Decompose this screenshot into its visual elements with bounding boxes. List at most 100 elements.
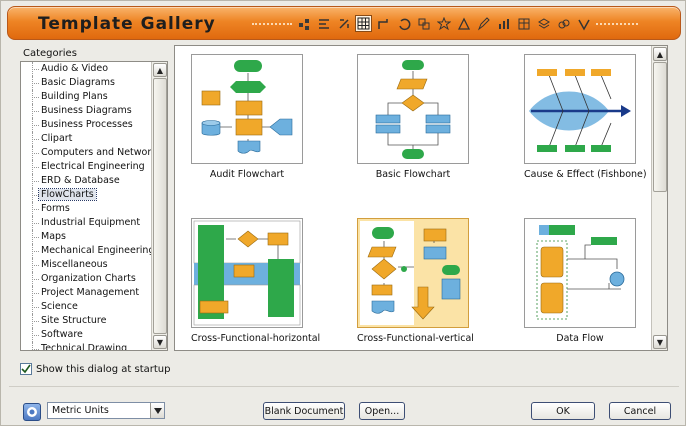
category-item[interactable]: Science <box>21 300 153 314</box>
template-name: Cross-Functional-vertical <box>357 333 474 344</box>
category-item[interactable]: Project Management <box>21 286 153 300</box>
category-item[interactable]: Industrial Equipment <box>21 216 153 230</box>
category-item[interactable]: Computers and Network <box>21 146 157 160</box>
category-item[interactable]: Organization Charts <box>21 272 153 286</box>
category-item[interactable]: Basic Diagrams <box>21 76 153 90</box>
template-thumbnail <box>524 218 636 328</box>
category-item[interactable]: Business Diagrams <box>21 104 153 118</box>
category-label: Industrial Equipment <box>41 217 141 228</box>
category-item[interactable]: Building Plans <box>21 90 153 104</box>
startup-option[interactable]: Show this dialog at startup <box>20 363 170 375</box>
category-item[interactable]: Maps <box>21 230 153 244</box>
category-label: Software <box>41 329 83 340</box>
template-name: Cross-Functional-horizontal <box>191 333 321 344</box>
category-label: Audio & Video <box>41 63 109 74</box>
template-name: Cause & Effect (Fishbone) <box>524 169 647 180</box>
template-name: Audit Flowchart <box>209 169 285 180</box>
category-item[interactable]: ERD & Database <box>21 174 153 188</box>
categories-scrollbar[interactable]: ▲ ▼ <box>151 62 167 350</box>
category-label: Mechanical Engineering <box>41 245 155 256</box>
category-label: Computers and Network <box>41 147 157 158</box>
category-label: Science <box>41 301 78 312</box>
category-label: Electrical Engineering <box>41 161 145 172</box>
chevron-down-icon <box>153 407 162 414</box>
rotate-icon[interactable] <box>395 15 412 32</box>
category-item[interactable]: Audio & Video <box>21 62 153 76</box>
template-card[interactable]: Cause & Effect (Fishbone) <box>524 54 647 180</box>
categories-label: Categories <box>23 48 77 59</box>
scale-icon[interactable] <box>335 15 352 32</box>
categories-list[interactable]: Audio & Video Basic Diagrams Building Plan… <box>20 61 168 351</box>
category-label: Maps <box>41 231 66 242</box>
category-item[interactable]: Business Processes <box>21 118 153 132</box>
scroll-thumb[interactable] <box>153 78 167 334</box>
star-icon[interactable] <box>435 15 452 32</box>
category-label: Organization Charts <box>41 273 136 284</box>
title-decoration-right <box>596 23 638 25</box>
title-bar[interactable]: Template Gallery <box>7 6 681 40</box>
align-icon[interactable] <box>315 15 332 32</box>
template-thumbnail <box>524 54 636 164</box>
title-decoration-left <box>252 23 292 25</box>
template-card[interactable]: Data Flow <box>524 218 636 344</box>
template-thumbnail <box>191 54 303 164</box>
template-thumbnail <box>191 218 303 328</box>
scroll-thumb[interactable] <box>653 62 667 192</box>
text-icon[interactable] <box>575 15 592 32</box>
ok-button[interactable]: OK <box>531 402 595 420</box>
category-label: Site Structure <box>41 315 107 326</box>
pen-icon[interactable] <box>475 15 492 32</box>
category-label: Basic Diagrams <box>41 77 115 88</box>
category-item[interactable]: Clipart <box>21 132 153 146</box>
template-name: Data Flow <box>556 333 604 344</box>
help-button[interactable] <box>23 403 41 421</box>
scroll-up-button[interactable]: ▲ <box>153 63 167 77</box>
category-label: Project Management <box>41 287 140 298</box>
startup-checkbox[interactable] <box>20 363 32 375</box>
category-item[interactable]: Site Structure <box>21 314 153 328</box>
pointer-icon[interactable] <box>295 15 312 32</box>
template-card[interactable]: Cross-Functional-horizontal <box>191 218 321 344</box>
category-label: Business Processes <box>41 119 133 130</box>
cancel-button[interactable]: Cancel <box>609 402 671 420</box>
connector-icon[interactable] <box>375 15 392 32</box>
category-item[interactable]: Electrical Engineering <box>21 160 153 174</box>
grid-icon[interactable] <box>355 15 372 32</box>
template-card[interactable]: Audit Flowchart <box>191 54 303 180</box>
category-item[interactable]: Mechanical Engineering <box>21 244 155 258</box>
category-item[interactable]: FlowCharts <box>21 188 153 202</box>
category-label: Building Plans <box>41 91 108 102</box>
category-item[interactable]: Software <box>21 328 153 342</box>
shape-icon[interactable] <box>455 15 472 32</box>
blank-document-button[interactable]: Blank Document <box>263 402 345 420</box>
category-item[interactable]: Forms <box>21 202 153 216</box>
group-icon[interactable] <box>415 15 432 32</box>
table-icon[interactable] <box>515 15 532 32</box>
template-thumbnail <box>357 218 469 328</box>
checkmark-icon <box>21 364 31 374</box>
scroll-up-button[interactable]: ▲ <box>653 47 667 61</box>
category-label: Miscellaneous <box>41 259 108 270</box>
layer-icon[interactable] <box>535 15 552 32</box>
template-card[interactable]: Basic Flowchart <box>357 54 469 180</box>
category-item[interactable]: Technical Drawing <box>21 342 153 350</box>
chart-icon[interactable] <box>495 15 512 32</box>
link-icon[interactable] <box>555 15 572 32</box>
category-label: Clipart <box>41 133 73 144</box>
scroll-down-button[interactable]: ▼ <box>653 335 667 349</box>
category-item[interactable]: Miscellaneous <box>21 258 153 272</box>
dropdown-arrow[interactable] <box>150 403 164 418</box>
templates-scrollbar[interactable]: ▲ ▼ <box>651 46 667 350</box>
category-label: ERD & Database <box>41 175 120 186</box>
template-card[interactable]: Cross-Functional-vertical <box>357 218 474 344</box>
open-button[interactable]: Open... <box>359 402 405 420</box>
help-icon <box>27 407 37 417</box>
category-label: Forms <box>41 203 70 214</box>
startup-label: Show this dialog at startup <box>36 363 171 375</box>
toolbar <box>295 15 592 33</box>
units-dropdown[interactable]: Metric Units <box>47 402 165 419</box>
scroll-down-button[interactable]: ▼ <box>153 335 167 349</box>
categories-items: Audio & Video Basic Diagrams Building Plan… <box>21 62 157 350</box>
template-gallery-dialog: Template Gallery Categories Audio & Vide… <box>0 0 686 426</box>
templates-panel: Audit Flowchart Basic Flowchart Cause & … <box>174 45 668 351</box>
